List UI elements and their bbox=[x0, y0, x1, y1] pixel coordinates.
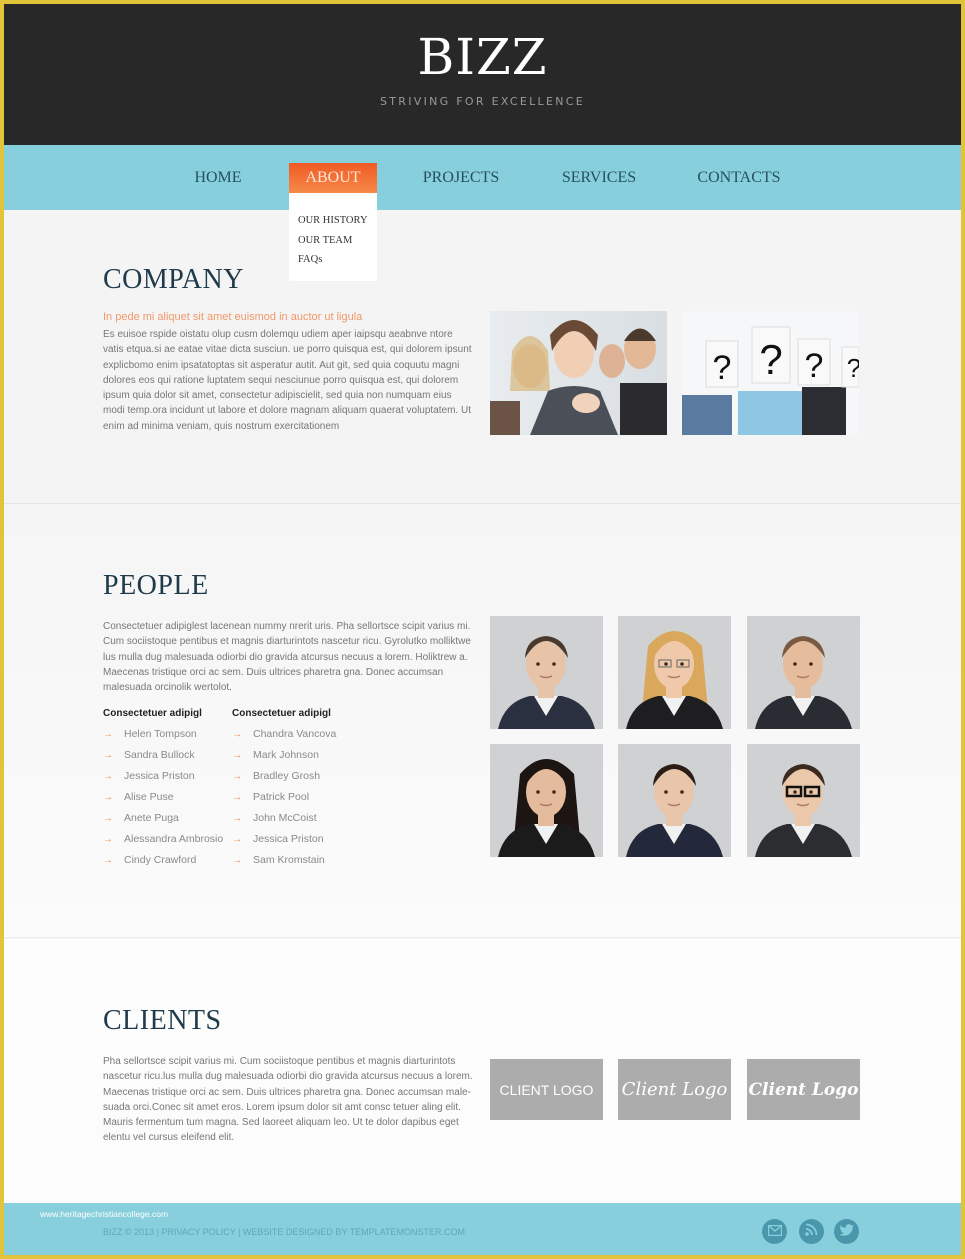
arrow-right-icon: → bbox=[232, 729, 242, 740]
dropdown-our-history[interactable]: OUR HISTORY bbox=[298, 211, 377, 231]
about-dropdown-menu: OUR HISTORY OUR TEAM FAQs bbox=[289, 193, 377, 281]
portrait-photo bbox=[490, 616, 603, 729]
list-item[interactable]: → Chandra Vancova bbox=[232, 724, 336, 745]
list-item[interactable]: → Bradley Grosh bbox=[232, 766, 336, 787]
nav-contacts[interactable]: CONTACTS bbox=[688, 163, 790, 193]
team-applauding-photo bbox=[490, 311, 667, 435]
portrait-photo bbox=[618, 744, 731, 857]
person-name: Alise Puse bbox=[124, 791, 174, 803]
person-name: John McCoist bbox=[253, 812, 317, 824]
arrow-right-icon: → bbox=[232, 792, 242, 803]
person-name: Helen Tompson bbox=[124, 728, 197, 740]
svg-text:?: ? bbox=[713, 349, 732, 387]
people-list-1: → Helen Tompson → Sandra Bullock → Jessica Pr… bbox=[103, 724, 223, 871]
mail-button[interactable] bbox=[762, 1219, 787, 1244]
arrow-right-icon: → bbox=[103, 792, 113, 803]
company-heading: COMPANY bbox=[103, 264, 244, 295]
designer-credit-link[interactable]: WEBSITE DESIGNED BY TEMPLATEMONSTER.COM bbox=[243, 1227, 465, 1237]
twitter-icon bbox=[838, 1223, 854, 1241]
site-footer: www.heritagechristiancollege.com BIZZ © … bbox=[4, 1203, 961, 1255]
rss-button[interactable] bbox=[799, 1219, 824, 1244]
arrow-right-icon: → bbox=[103, 813, 113, 824]
person-name: Mark Johnson bbox=[253, 749, 319, 761]
people-list-2: → Chandra Vancova → Mark Johnson → Bradley Gr… bbox=[232, 724, 336, 871]
rss-icon bbox=[805, 1223, 818, 1241]
arrow-right-icon: → bbox=[103, 729, 113, 740]
person-name: Alessandra Ambrosio bbox=[124, 833, 224, 845]
dropdown-faqs[interactable]: FAQs bbox=[298, 250, 377, 270]
arrow-right-icon: → bbox=[103, 855, 113, 866]
svg-text:?: ? bbox=[805, 347, 824, 385]
person-name: Bradley Grosh bbox=[253, 770, 321, 782]
people-list-title-1: Consectetuer adipigl bbox=[103, 708, 202, 719]
person-name: Sam Kromstain bbox=[253, 854, 325, 866]
person-name: Sandra Bullock bbox=[124, 749, 195, 761]
portrait-photo bbox=[618, 616, 731, 729]
arrow-right-icon: → bbox=[232, 771, 242, 782]
people-section: PEOPLE Consectetuer adipiglest lacenean … bbox=[4, 505, 961, 938]
arrow-right-icon: → bbox=[103, 834, 113, 845]
list-item[interactable]: → Sandra Bullock bbox=[103, 745, 223, 766]
twitter-button[interactable] bbox=[834, 1219, 859, 1244]
list-item[interactable]: → Jessica Priston bbox=[232, 829, 336, 850]
company-section: COMPANY In pede mi aliquet sit amet euis… bbox=[4, 210, 961, 504]
svg-text:?: ? bbox=[847, 353, 859, 383]
client-logo-1[interactable]: CLIENT LOGO bbox=[490, 1059, 603, 1120]
list-item[interactable]: → Anete Puga bbox=[103, 808, 223, 829]
arrow-right-icon: → bbox=[232, 834, 242, 845]
portrait-photo bbox=[490, 744, 603, 857]
arrow-right-icon: → bbox=[103, 771, 113, 782]
watermark-url: www.heritagechristiancollege.com bbox=[40, 1209, 169, 1219]
person-name: Jessica Priston bbox=[253, 833, 324, 845]
question-mark-signs-photo: ? ? ? ? bbox=[682, 311, 859, 435]
client-logo-3[interactable]: Client Logo bbox=[747, 1059, 860, 1120]
nav-services[interactable]: SERVICES bbox=[552, 163, 646, 193]
people-list-title-2: Consectetuer adipigl bbox=[232, 708, 331, 719]
portrait-photo bbox=[747, 616, 860, 729]
person-name: Patrick Pool bbox=[253, 791, 310, 803]
person-name: Chandra Vancova bbox=[253, 728, 337, 740]
list-item[interactable]: → Cindy Crawford bbox=[103, 850, 223, 871]
footer-copyright: BIZZ © 2013 | PRIVACY POLICY | WEBSITE D… bbox=[103, 1227, 465, 1237]
nav-about[interactable]: ABOUT bbox=[289, 163, 377, 193]
list-item[interactable]: → Alessandra Ambrosio bbox=[103, 829, 223, 850]
clients-heading: CLIENTS bbox=[103, 1005, 222, 1036]
clients-section: CLIENTS Pha sellortsce scipit varius mi.… bbox=[4, 939, 961, 1203]
person-name: Cindy Crawford bbox=[124, 854, 197, 866]
main-nav: HOME ABOUT PROJECTS SERVICES CONTACTS bbox=[4, 145, 961, 210]
list-item[interactable]: → Mark Johnson bbox=[232, 745, 336, 766]
site-header: BIZZ STRIVING FOR EXCELLENCE bbox=[4, 4, 961, 145]
arrow-right-icon: → bbox=[232, 750, 242, 761]
portrait-photo bbox=[747, 744, 860, 857]
privacy-policy-link[interactable]: PRIVACY POLICY bbox=[162, 1227, 236, 1237]
mail-icon bbox=[767, 1223, 782, 1241]
list-item[interactable]: → Patrick Pool bbox=[232, 787, 336, 808]
list-item[interactable]: → John McCoist bbox=[232, 808, 336, 829]
company-text: Es euisoe rspide oistatu olup cusm dolem… bbox=[103, 329, 472, 432]
person-name: Jessica Priston bbox=[124, 770, 195, 782]
svg-text:?: ? bbox=[759, 336, 782, 383]
list-item[interactable]: → Jessica Priston bbox=[103, 766, 223, 787]
site-logo[interactable]: BIZZ bbox=[4, 28, 961, 86]
person-name: Anete Puga bbox=[124, 812, 179, 824]
nav-projects[interactable]: PROJECTS bbox=[414, 163, 508, 193]
arrow-right-icon: → bbox=[232, 855, 242, 866]
people-text: Consectetuer adipiglest lacenean nummy n… bbox=[103, 621, 471, 694]
people-heading: PEOPLE bbox=[103, 570, 209, 601]
list-item[interactable]: → Helen Tompson bbox=[103, 724, 223, 745]
client-logo-2[interactable]: Client Logo bbox=[618, 1059, 731, 1120]
list-item[interactable]: → Alise Puse bbox=[103, 787, 223, 808]
arrow-right-icon: → bbox=[232, 813, 242, 824]
footer-separator: | bbox=[238, 1227, 241, 1237]
site-tagline: STRIVING FOR EXCELLENCE bbox=[379, 95, 585, 108]
page: BIZZ STRIVING FOR EXCELLENCE HOME ABOUT … bbox=[4, 4, 961, 1255]
dropdown-our-team[interactable]: OUR TEAM bbox=[298, 231, 377, 251]
list-item[interactable]: → Sam Kromstain bbox=[232, 850, 336, 871]
nav-home[interactable]: HOME bbox=[180, 163, 256, 193]
arrow-right-icon: → bbox=[103, 750, 113, 761]
copyright-text: BIZZ © 2013 | bbox=[103, 1227, 159, 1237]
clients-text: Pha sellortsce scipit varius mi. Cum soc… bbox=[103, 1056, 473, 1144]
company-lead[interactable]: In pede mi aliquet sit amet euismod in a… bbox=[103, 311, 362, 323]
